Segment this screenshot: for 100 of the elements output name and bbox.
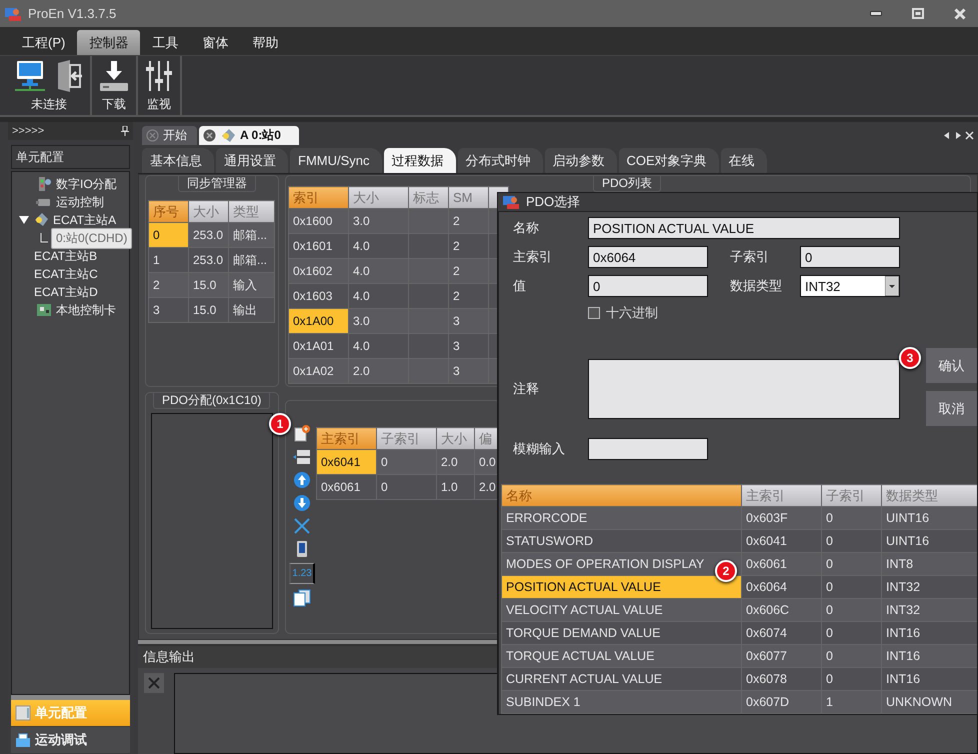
tree-item[interactable]: ECAT主站D xyxy=(33,284,99,300)
tree-item[interactable]: ECAT主站B xyxy=(33,248,98,264)
nav-tab[interactable]: 运动调试 xyxy=(11,727,130,753)
menu-tab[interactable]: 工程(P) xyxy=(10,30,78,55)
comment-field[interactable] xyxy=(588,359,900,419)
table-cell[interactable]: 0x1601 xyxy=(288,234,348,258)
tab[interactable]: FMMU/Sync xyxy=(290,148,382,173)
document-tab[interactable]: A 0:站0 xyxy=(199,126,299,145)
splitter-grip[interactable] xyxy=(11,695,130,700)
tree-item[interactable]: 运动控制 xyxy=(55,194,105,210)
type-dropdown[interactable]: INT32 xyxy=(800,275,900,297)
table-cell[interactable]: STATUSWORD xyxy=(502,530,742,552)
table-cell[interactable]: ERRORCODE xyxy=(502,506,742,530)
group-title: PDO分配(0x1C10) xyxy=(153,393,270,409)
table-cell[interactable]: 0 xyxy=(148,222,188,248)
index-field[interactable]: 0x6064 xyxy=(588,246,708,268)
tree-item[interactable]: ECAT主站C xyxy=(33,266,99,282)
document-tab-label[interactable]: 开始 xyxy=(163,127,187,144)
table-cell[interactable]: SUBINDEX 1 xyxy=(502,690,742,714)
field-label: 主索引 xyxy=(513,248,553,266)
name-field[interactable]: POSITION ACTUAL VALUE xyxy=(588,217,900,239)
tree-item[interactable]: 数字IO分配 xyxy=(55,176,118,192)
table-cell: 0 xyxy=(822,506,882,530)
table-cell: 0 xyxy=(376,450,436,474)
table-cell: 0x6077 xyxy=(742,644,822,668)
table-cell: INT16 xyxy=(882,668,977,690)
dialog-button[interactable]: 确认 xyxy=(926,348,977,383)
table-cell[interactable]: TORQUE DEMAND VALUE xyxy=(502,622,742,644)
menu-tab[interactable]: 控制器 xyxy=(77,30,140,55)
tab[interactable]: 过程数据 xyxy=(384,148,456,173)
menu-tab[interactable]: 帮助 xyxy=(240,30,290,55)
tab[interactable]: 基本信息 xyxy=(142,148,214,173)
expand-toggle[interactable]: >>>>> xyxy=(12,125,44,137)
table-cell[interactable]: VELOCITY ACTUAL VALUE xyxy=(502,598,742,622)
table-cell[interactable]: CURRENT ACTUAL VALUE xyxy=(502,668,742,690)
tab[interactable]: 在线 xyxy=(720,148,767,173)
menu-tab[interactable]: 工具 xyxy=(140,30,190,55)
table-cell[interactable]: 0x1603 xyxy=(288,284,348,308)
table-cell: 0x603F xyxy=(742,506,822,530)
table-cell[interactable]: 0x1600 xyxy=(288,208,348,234)
tree-item[interactable]: ECAT主站A xyxy=(52,212,118,228)
checkbox-label[interactable]: 十六进制 xyxy=(606,304,658,322)
computer-icon[interactable] xyxy=(14,59,46,93)
value-field[interactable]: 0 xyxy=(588,275,708,297)
minimize-icon xyxy=(870,11,882,16)
pin-icon[interactable] xyxy=(121,126,129,136)
menu-tab[interactable]: 窗体 xyxy=(190,30,240,55)
nav-tab-label[interactable]: 运动调试 xyxy=(35,731,87,749)
table-cell[interactable]: POSITION ACTUAL VALUE xyxy=(502,576,742,598)
table-cell: 输出 xyxy=(228,298,274,322)
dialog-title: PDO选择 xyxy=(526,193,580,211)
sliders-icon[interactable] xyxy=(144,59,174,93)
table-cell: 0 xyxy=(376,474,436,500)
dialog-button[interactable]: 取消 xyxy=(926,391,977,426)
table-cell[interactable]: 0x6061 xyxy=(316,474,376,500)
panel-title: 单元配置 xyxy=(11,145,130,169)
arrow-down-button[interactable] xyxy=(293,494,311,512)
ribbon-label[interactable]: 下载 xyxy=(102,96,126,113)
table-cell[interactable]: 2 xyxy=(148,272,188,298)
subindex-field[interactable]: 0 xyxy=(800,246,900,268)
table-cell[interactable]: 0x1A01 xyxy=(288,334,348,358)
table-cell: 4.0 xyxy=(348,258,408,284)
ribbon-label[interactable]: 未连接 xyxy=(31,96,67,113)
checkbox[interactable] xyxy=(588,307,600,319)
table-cell[interactable]: TORQUE ACTUAL VALUE xyxy=(502,644,742,668)
document-tab[interactable]: 开始 xyxy=(142,126,197,145)
insert-row-icon xyxy=(293,448,311,466)
table-cell[interactable]: 1 xyxy=(148,248,188,272)
table-cell[interactable]: 3 xyxy=(148,298,188,322)
table-cell[interactable]: 0x1602 xyxy=(288,258,348,284)
table-cell: INT32 xyxy=(882,576,977,598)
table-cell[interactable]: 0x6041 xyxy=(316,450,376,474)
document-tab-label[interactable]: A 0:站0 xyxy=(240,127,281,144)
tree-item[interactable]: 0:站0(CDHD) xyxy=(51,228,132,248)
circuit-board-icon xyxy=(36,302,52,318)
fuzzy-input-field[interactable] xyxy=(588,438,708,460)
insert-row-button[interactable] xyxy=(293,448,311,466)
copy-button[interactable] xyxy=(293,589,311,607)
add-document-button[interactable] xyxy=(293,425,311,443)
tab[interactable]: 通用设置 xyxy=(216,148,288,173)
table-cell[interactable]: 0x1A00 xyxy=(288,308,348,334)
table-cell: 0x6061 xyxy=(742,552,822,576)
tab[interactable]: 分布式时钟 xyxy=(458,148,542,173)
tab[interactable]: 启动参数 xyxy=(544,148,616,173)
tree-item[interactable]: 本地控制卡 xyxy=(55,302,117,318)
table-cell: UINT16 xyxy=(882,530,977,552)
dropdown-arrow-icon[interactable] xyxy=(885,276,899,296)
table-cell: 0 xyxy=(822,644,882,668)
delete-button[interactable] xyxy=(293,517,311,535)
tab[interactable]: COE对象字典 xyxy=(618,148,719,173)
table-cell[interactable]: 0x1A02 xyxy=(288,358,348,384)
table-cell: 3 xyxy=(448,308,488,334)
scroll-right-icon[interactable] xyxy=(954,131,962,140)
ribbon-label[interactable]: 监视 xyxy=(147,96,171,113)
expand-arrow-icon[interactable] xyxy=(18,215,30,225)
download-icon[interactable] xyxy=(98,59,130,93)
scroll-left-icon[interactable] xyxy=(943,131,951,140)
close-icon[interactable] xyxy=(203,129,216,142)
table-cell: INT32 xyxy=(882,598,977,622)
arrow-up-button[interactable] xyxy=(293,471,311,489)
